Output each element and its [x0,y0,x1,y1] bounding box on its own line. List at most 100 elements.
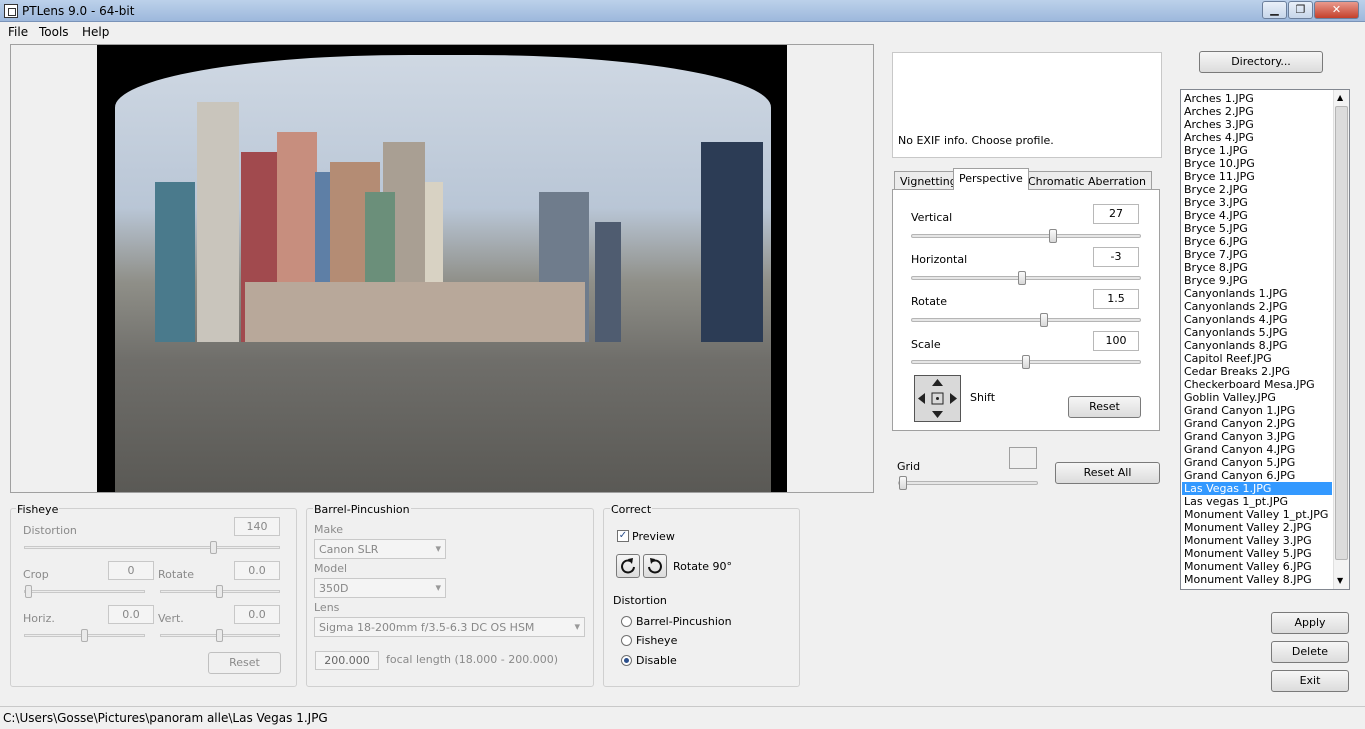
fisheye-distortion-slider[interactable] [210,541,217,554]
tab-perspective[interactable]: Perspective [953,168,1029,190]
file-list-item[interactable]: Monument Valley 6.JPG [1184,560,1312,573]
file-list-item[interactable]: Las Vegas 1.JPG [1182,482,1332,495]
file-list-item[interactable]: Canyonlands 5.JPG [1184,326,1287,339]
scroll-up-icon[interactable]: ▲ [1337,93,1343,102]
correct-title: Correct [610,503,653,516]
barrel-pincushion-radio[interactable] [621,616,632,627]
file-list-item[interactable]: Canyonlands 1.JPG [1184,287,1287,300]
file-list-item[interactable]: Grand Canyon 4.JPG [1184,443,1295,456]
horizontal-slider[interactable] [1017,271,1026,285]
fisheye-radio[interactable] [621,635,632,646]
rotate-input[interactable]: 1.5 [1093,289,1139,309]
menu-help[interactable]: Help [82,25,109,39]
file-list-item[interactable]: Bryce 7.JPG [1184,248,1248,261]
file-list-item[interactable]: Bryce 11.JPG [1184,170,1255,183]
minimize-button[interactable]: ▁ [1262,1,1287,19]
fisheye-reset-button[interactable]: Reset [208,652,281,674]
focal-length-input[interactable]: 200.000 [315,651,379,670]
rotate-ccw-button[interactable] [616,554,640,578]
status-bar: C:\Users\Gosse\Pictures\panoram alle\Las… [0,706,1365,729]
make-select[interactable]: Canon SLR [314,539,446,559]
file-list-item[interactable]: Arches 4.JPG [1184,131,1254,144]
fisheye-crop-input[interactable]: 0 [108,561,154,580]
file-list-item[interactable]: Monument Valley 2.JPG [1184,521,1312,534]
disable-radio[interactable] [621,655,632,666]
file-list-item[interactable]: Grand Canyon 1.JPG [1184,404,1295,417]
fisheye-vert-slider[interactable] [216,629,223,642]
lens-select[interactable]: Sigma 18-200mm f/3.5-6.3 DC OS HSM [314,617,585,637]
perspective-reset-button[interactable]: Reset [1068,396,1141,418]
file-list[interactable]: Arches 1.JPG Arches 2.JPG Arches 3.JPG Arch… [1180,89,1350,590]
fisheye-distortion-input[interactable]: 140 [234,517,280,536]
grid-color-swatch[interactable] [1009,447,1037,469]
delete-button[interactable]: Delete [1271,641,1349,663]
rotate-90-label: Rotate 90° [673,560,733,573]
image-frame [97,45,787,492]
file-list-item[interactable]: Bryce 1.JPG [1184,144,1248,157]
scale-input[interactable]: 100 [1093,331,1139,351]
file-list-item[interactable]: Goblin Valley.JPG [1184,391,1276,404]
tab-chromatic-aberration[interactable]: Chromatic Aberration [1022,171,1152,190]
file-list-item[interactable]: Bryce 2.JPG [1184,183,1248,196]
apply-button[interactable]: Apply [1271,612,1349,634]
status-path: C:\Users\Gosse\Pictures\panoram alle\Las… [3,711,328,725]
file-list-item[interactable]: Arches 3.JPG [1184,118,1254,131]
file-list-scrollbar[interactable]: ▲ ▼ [1333,90,1349,589]
exit-button[interactable]: Exit [1271,670,1349,692]
file-list-item[interactable]: Bryce 5.JPG [1184,222,1248,235]
directory-button[interactable]: Directory... [1199,51,1323,73]
file-list-item[interactable]: Grand Canyon 5.JPG [1184,456,1295,469]
file-list-item[interactable]: Arches 2.JPG [1184,105,1254,118]
fisheye-horiz-label: Horiz. [23,612,55,625]
fisheye-rotate-input[interactable]: 0.0 [234,561,280,580]
file-list-item[interactable]: Cedar Breaks 2.JPG [1184,365,1290,378]
file-list-item[interactable]: Bryce 8.JPG [1184,261,1248,274]
file-list-item[interactable]: Monument Valley 3.JPG [1184,534,1312,547]
scroll-thumb[interactable] [1335,106,1348,560]
vertical-input[interactable]: 27 [1093,204,1139,224]
model-select[interactable]: 350D [314,578,446,598]
shift-pad[interactable] [914,375,961,422]
image-preview-panel [10,44,874,493]
horizontal-input[interactable]: -3 [1093,247,1139,267]
scroll-down-icon[interactable]: ▼ [1337,576,1343,585]
fisheye-horiz-slider[interactable] [81,629,88,642]
file-list-item[interactable]: Bryce 3.JPG [1184,196,1248,209]
shift-arrows-icon [918,379,957,418]
file-list-item[interactable]: Monument Valley 1_pt.JPG [1184,508,1328,521]
file-list-item[interactable]: Monument Valley 8.JPG [1184,573,1312,586]
file-list-item[interactable]: Grand Canyon 2.JPG [1184,417,1295,430]
file-list-item[interactable]: Arches 1.JPG [1184,92,1254,105]
file-list-item[interactable]: Bryce 9.JPG [1184,274,1248,287]
preview-photo [115,55,771,492]
reset-all-button[interactable]: Reset All [1055,462,1160,484]
file-list-item[interactable]: Checkerboard Mesa.JPG [1184,378,1315,391]
file-list-item[interactable]: Canyonlands 2.JPG [1184,300,1287,313]
file-list-item[interactable]: Canyonlands 8.JPG [1184,339,1287,352]
file-list-item[interactable]: Bryce 4.JPG [1184,209,1248,222]
file-list-item[interactable]: Las vegas 1_pt.JPG [1184,495,1288,508]
vertical-slider[interactable] [1048,229,1057,243]
vertical-label: Vertical [911,211,953,224]
menu-file[interactable]: File [8,25,28,39]
preview-checkbox[interactable]: ✓ [617,530,629,542]
file-list-item[interactable]: Monument Valley 5.JPG [1184,547,1312,560]
file-list-item[interactable]: Capitol Reef.JPG [1184,352,1272,365]
close-button[interactable]: ✕ [1314,1,1359,19]
file-list-item[interactable]: Canyonlands 4.JPG [1184,313,1287,326]
file-list-item[interactable]: Bryce 10.JPG [1184,157,1255,170]
fisheye-distortion-track [24,546,280,549]
file-list-item[interactable]: Grand Canyon 3.JPG [1184,430,1295,443]
fisheye-crop-slider[interactable] [25,585,32,598]
fisheye-rotate-slider[interactable] [216,585,223,598]
fisheye-horiz-input[interactable]: 0.0 [108,605,154,624]
rotate-cw-button[interactable] [643,554,667,578]
maximize-button[interactable]: ❐ [1288,1,1313,19]
menu-tools[interactable]: Tools [39,25,69,39]
fisheye-vert-input[interactable]: 0.0 [234,605,280,624]
file-list-item[interactable]: Bryce 6.JPG [1184,235,1248,248]
scale-slider[interactable] [1022,355,1030,369]
rotate-slider[interactable] [1039,313,1048,327]
file-list-item[interactable]: Grand Canyon 6.JPG [1184,469,1295,482]
grid-slider[interactable] [899,476,907,490]
